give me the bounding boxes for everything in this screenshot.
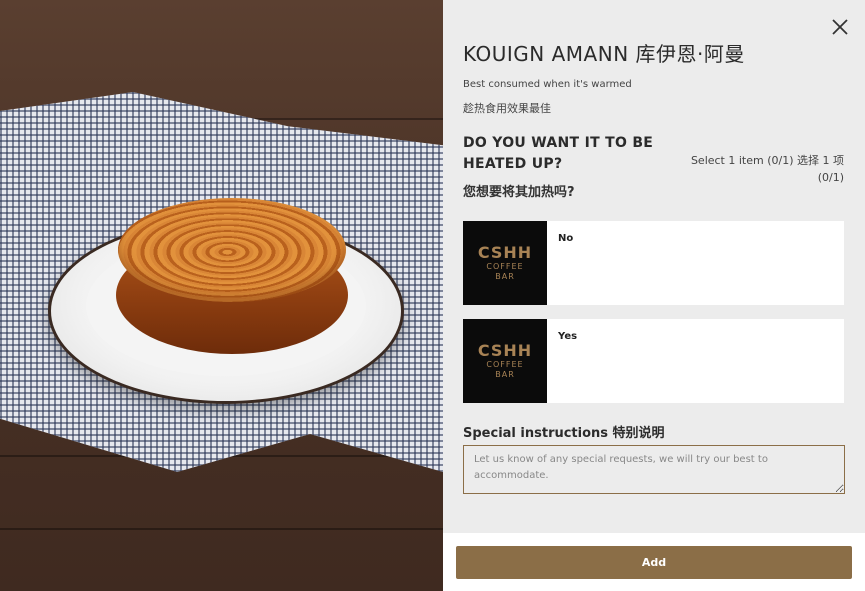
question-title: DO YOU WANT IT TO BE HEATED UP? xyxy=(463,135,654,172)
option-thumbnail: CSHH COFFEE BAR xyxy=(463,221,547,305)
logo-text: BAR xyxy=(495,370,515,379)
product-subtitle-zh: 趁热食用效果最佳 xyxy=(463,102,551,115)
selection-hint: Select 1 item (0/1) 选择 1 项 (0/1) xyxy=(690,154,844,184)
close-button[interactable] xyxy=(829,16,851,38)
option-yes[interactable]: CSHH COFFEE BAR Yes xyxy=(463,319,844,403)
wood-plank-line xyxy=(0,528,443,530)
add-button[interactable]: Add xyxy=(456,546,852,579)
logo-text: CSHH xyxy=(477,243,533,262)
product-subtitle-en: Best consumed when it's warmed xyxy=(463,79,632,90)
product-options-panel: KOUIGN AMANN 库伊恩·阿曼 Best consumed when i… xyxy=(443,0,865,591)
logo-text: COFFEE xyxy=(486,262,524,271)
product-title: KOUIGN AMANN 库伊恩·阿曼 xyxy=(463,42,745,66)
special-instructions-input[interactable] xyxy=(463,445,845,494)
question-title-zh: 您想要将其加热吗? xyxy=(463,185,575,200)
logo-text: BAR xyxy=(495,272,515,281)
pastry-top xyxy=(118,198,346,302)
logo-text: CSHH xyxy=(477,341,533,360)
option-label: No xyxy=(558,233,574,244)
option-label: Yes xyxy=(558,331,578,342)
option-no[interactable]: CSHH COFFEE BAR No xyxy=(463,221,844,305)
special-instructions-label: Special instructions 特别说明 xyxy=(463,426,665,441)
option-thumbnail: CSHH COFFEE BAR xyxy=(463,319,547,403)
logo-text: COFFEE xyxy=(486,360,524,369)
product-photo xyxy=(0,0,443,591)
footer-bar: Add xyxy=(443,533,865,591)
close-icon xyxy=(832,19,848,35)
